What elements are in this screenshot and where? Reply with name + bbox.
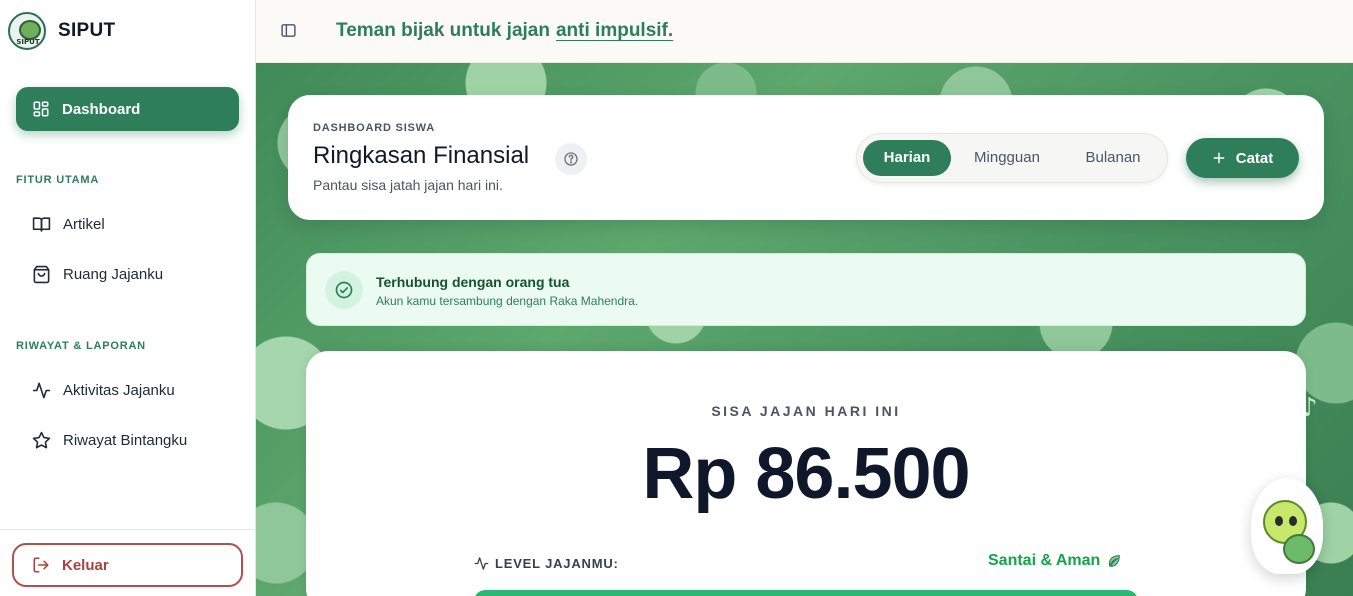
snail-logo-icon: SIPUT <box>8 12 46 50</box>
shopping-bag-icon <box>33 265 50 284</box>
page-title: Ringkasan Finansial <box>313 142 530 169</box>
sidebar-item-riwayat-bintangku[interactable]: Riwayat Bintangku <box>32 431 187 450</box>
tagline-text: Teman bijak untuk jajan <box>336 20 550 41</box>
book-icon <box>32 217 51 232</box>
activity-icon <box>474 557 489 570</box>
sidebar-item-label: Dashboard <box>62 100 141 118</box>
add-record-button[interactable]: Catat <box>1186 138 1299 178</box>
sidebar-item-label: Artikel <box>63 216 105 233</box>
logout-button[interactable]: Keluar <box>12 543 243 587</box>
logout-label: Keluar <box>62 556 109 574</box>
add-record-label: Catat <box>1235 149 1274 167</box>
brand[interactable]: SIPUT SIPUT <box>8 12 115 50</box>
snail-mascot-button[interactable] <box>1251 478 1323 574</box>
alert-title: Terhubung dengan orang tua <box>376 274 570 290</box>
sidebar: SIPUT SIPUT Dashboard FITUR UTAMA Artike… <box>0 0 256 596</box>
leaf-icon <box>1109 555 1121 568</box>
level-progress-fill <box>474 590 1138 596</box>
snail-shell-icon <box>1283 534 1315 564</box>
parent-connected-alert: Terhubung dengan orang tua Akun kamu ter… <box>306 253 1306 326</box>
page-subtitle: Pantau sisa jatah jajan hari ini. <box>313 177 503 193</box>
sidebar-item-dashboard[interactable]: Dashboard <box>16 87 239 131</box>
sidebar-item-label: Aktivitas Jajanku <box>63 382 175 399</box>
level-progress-bar <box>474 590 1138 596</box>
level-status-text: Santai & Aman <box>988 552 1101 569</box>
balance-card: SISA JAJAN HARI INI Rp 86.500 LEVEL JAJA… <box>306 351 1306 596</box>
level-label: LEVEL JAJANMU: <box>474 556 619 571</box>
period-tabs: Harian Mingguan Bulanan <box>856 133 1168 183</box>
balance-label: SISA JAJAN HARI INI <box>711 403 901 419</box>
help-icon <box>564 152 578 166</box>
star-icon <box>32 431 51 449</box>
tab-mingguan[interactable]: Mingguan <box>957 140 1057 176</box>
tagline-highlight: anti impulsif. <box>555 20 674 41</box>
section-label-fitur-utama: FITUR UTAMA <box>16 174 100 186</box>
tab-bulanan[interactable]: Bulanan <box>1067 140 1159 176</box>
level-label-text: LEVEL JAJANMU: <box>495 556 619 571</box>
sidebar-toggle-icon <box>281 24 296 37</box>
level-status: Santai & Aman <box>988 552 1122 570</box>
check-circle-icon <box>325 271 363 309</box>
sidebar-toggle-button[interactable] <box>280 22 297 44</box>
grid-icon <box>33 101 49 117</box>
topbar: Teman bijak untuk jajan anti impulsif. <box>256 0 1353 63</box>
sidebar-footer: Keluar <box>0 529 255 596</box>
sidebar-item-ruang-jajanku[interactable]: Ruang Jajanku <box>32 265 163 284</box>
activity-icon <box>32 382 51 399</box>
sidebar-item-label: Ruang Jajanku <box>63 266 164 283</box>
sidebar-item-label: Riwayat Bintangku <box>63 432 188 449</box>
plus-icon <box>1213 152 1225 164</box>
balance-amount: Rp 86.500 <box>642 434 970 514</box>
alert-message: Akun kamu tersambung dengan Raka Mahendr… <box>376 294 639 308</box>
main-content: ♪ ♫ DASHBOARD SISWA Ringkasan Finansial … <box>256 63 1353 596</box>
sidebar-item-aktivitas-jajanku[interactable]: Aktivitas Jajanku <box>32 381 175 400</box>
tab-harian[interactable]: Harian <box>863 140 951 176</box>
sidebar-item-artikel[interactable]: Artikel <box>32 215 105 234</box>
section-label-riwayat: RIWAYAT & LAPORAN <box>16 340 146 352</box>
tagline: Teman bijak untuk jajan anti impulsif. <box>336 20 673 42</box>
eyebrow: DASHBOARD SISWA <box>313 122 436 134</box>
dashboard-header-card: DASHBOARD SISWA Ringkasan Finansial Pant… <box>288 95 1324 220</box>
brand-name: SIPUT <box>58 20 116 41</box>
logout-icon <box>33 557 49 573</box>
help-button[interactable] <box>555 143 587 175</box>
